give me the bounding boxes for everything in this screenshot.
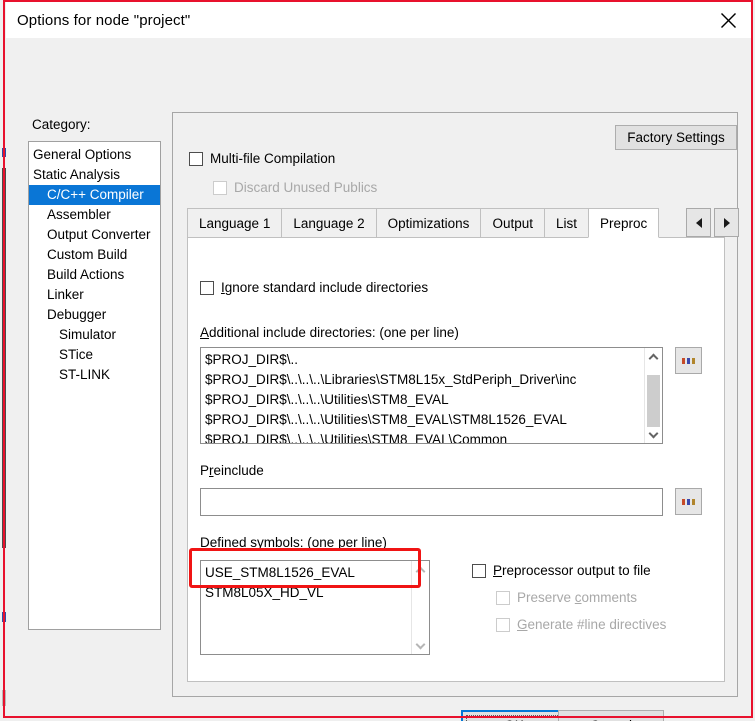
sidebar-item-general-options[interactable]: General Options <box>29 145 160 165</box>
ok-button-label: OK <box>466 715 562 721</box>
defined-symbols-scrollbar[interactable] <box>411 561 429 654</box>
chevron-up-icon[interactable] <box>412 561 430 578</box>
sidebar-item-output-converter[interactable]: Output Converter <box>29 225 160 245</box>
defined-symbol-line: STM8L05X_HD_VL <box>205 585 324 600</box>
checkbox-box <box>213 180 227 195</box>
dialog-title: Options for node "project" <box>17 11 191 29</box>
category-list[interactable]: General Options Static Analysis C/C++ Co… <box>28 141 161 630</box>
preinclude-input[interactable] <box>200 488 663 516</box>
arrow-right-icon[interactable] <box>714 208 739 237</box>
sidebar-item-build-actions[interactable]: Build Actions <box>29 265 160 285</box>
close-icon[interactable] <box>705 2 751 38</box>
ok-button[interactable]: OK <box>461 710 567 721</box>
additional-includes-lines: $PROJ_DIR$\.. $PROJ_DIR$\..\..\..\Librar… <box>205 350 642 444</box>
defined-symbol-line: USE_STM8L1526_EVAL <box>205 565 355 580</box>
chevron-up-icon[interactable] <box>645 348 663 365</box>
arrow-left-icon[interactable] <box>686 208 711 237</box>
multi-file-compilation-checkbox[interactable]: Multi-file Compilation <box>189 151 335 166</box>
checkbox-box <box>496 617 510 632</box>
dialog-body: Category: General Options Static Analysi… <box>6 38 751 721</box>
include-line: $PROJ_DIR$\.. <box>205 352 299 367</box>
scrollbar-thumb[interactable] <box>647 375 660 427</box>
include-line: $PROJ_DIR$\..\..\..\Libraries\STM8L15x_S… <box>205 372 577 387</box>
sidebar-item-simulator[interactable]: Simulator <box>29 325 160 345</box>
generate-line-directives-checkbox: Generate #line directives <box>496 617 666 632</box>
multi-file-compilation-label: Multi-file Compilation <box>210 151 336 166</box>
include-line: $PROJ_DIR$\..\..\..\Utilities\STM8_EVAL\… <box>205 432 508 444</box>
defined-symbols-lines: USE_STM8L1526_EVAL STM8L05X_HD_VL <box>205 563 409 603</box>
category-label: Category: <box>32 117 91 132</box>
tab-preprocessor[interactable]: Preproc <box>587 208 660 238</box>
checkbox-box <box>472 563 486 578</box>
sidebar-item-assembler[interactable]: Assembler <box>29 205 160 225</box>
preprocessor-output-to-file-label: Preprocessor output to file <box>493 563 651 578</box>
tab-output[interactable]: Output <box>480 208 544 238</box>
sidebar-item-debugger[interactable]: Debugger <box>29 305 160 325</box>
sidebar-item-st-link[interactable]: ST-LINK <box>29 365 160 385</box>
screen-root: Options for node "project" Category: Gen… <box>0 0 755 721</box>
checkbox-box <box>189 151 203 166</box>
tab-list: Language 1 Language 2 Optimizations Outp… <box>187 208 660 238</box>
tab-language-2[interactable]: Language 2 <box>281 208 376 238</box>
defined-symbols-textarea[interactable]: USE_STM8L1526_EVAL STM8L05X_HD_VL <box>200 560 430 655</box>
preserve-comments-checkbox: Preserve comments <box>496 590 637 605</box>
browse-preinclude-button[interactable] <box>675 488 702 515</box>
sidebar-item-stice[interactable]: STice <box>29 345 160 365</box>
checkbox-box <box>200 280 214 295</box>
options-dialog: Options for node "project" Category: Gen… <box>6 2 751 721</box>
additional-includes-scrollbar[interactable] <box>644 348 662 443</box>
sidebar-item-c-cpp-compiler[interactable]: C/C++ Compiler <box>29 185 160 205</box>
include-line: $PROJ_DIR$\..\..\..\Utilities\STM8_EVAL\… <box>205 412 567 427</box>
checkbox-box <box>496 590 510 605</box>
sidebar-item-static-analysis[interactable]: Static Analysis <box>29 165 160 185</box>
discard-unused-publics-checkbox: Discard Unused Publics <box>213 180 377 195</box>
sidebar-item-custom-build[interactable]: Custom Build <box>29 245 160 265</box>
ignore-standard-includes-checkbox[interactable]: IIgnore standard include directoriesgnor… <box>200 280 428 295</box>
tab-list[interactable]: List <box>543 208 588 238</box>
factory-settings-button[interactable]: Factory Settings <box>615 125 737 150</box>
chevron-down-icon[interactable] <box>645 426 663 443</box>
generate-line-directives-label: Generate #line directives <box>517 617 667 632</box>
ellipsis-icon <box>682 357 695 364</box>
browse-includes-button[interactable] <box>675 347 702 374</box>
tab-scroll-buttons <box>686 208 739 237</box>
additional-includes-label: Additional include directories: (one per… <box>200 325 459 340</box>
cancel-button[interactable]: Cancel <box>558 710 664 721</box>
chevron-down-icon[interactable] <box>412 637 430 654</box>
additional-includes-textarea[interactable]: $PROJ_DIR$\.. $PROJ_DIR$\..\..\..\Librar… <box>200 347 663 444</box>
dialog-titlebar: Options for node "project" <box>6 2 751 38</box>
tab-strip: Language 1 Language 2 Optimizations Outp… <box>187 208 739 238</box>
scrollbar-track[interactable] <box>647 365 660 427</box>
ellipsis-icon <box>682 498 695 505</box>
defined-symbols-label: Defined symbols: (one per line) <box>200 535 387 550</box>
include-line: $PROJ_DIR$\..\..\..\Utilities\STM8_EVAL <box>205 392 449 407</box>
ignore-standard-includes-label: IIgnore standard include directoriesgnor… <box>221 280 429 295</box>
preprocessor-tab-page: IIgnore standard include directoriesgnor… <box>187 237 725 682</box>
preprocessor-output-to-file-checkbox[interactable]: Preprocessor output to file <box>472 563 651 578</box>
scrollbar-track[interactable] <box>414 578 427 637</box>
tab-optimizations[interactable]: Optimizations <box>375 208 481 238</box>
sidebar-item-linker[interactable]: Linker <box>29 285 160 305</box>
preinclude-label: Preinclude <box>200 463 264 478</box>
tab-language-1[interactable]: Language 1 <box>187 208 282 238</box>
discard-unused-publics-label: Discard Unused Publics <box>234 180 378 195</box>
options-content-frame: Factory Settings Multi-file Compilation … <box>172 112 739 697</box>
preserve-comments-label: Preserve comments <box>517 590 638 605</box>
